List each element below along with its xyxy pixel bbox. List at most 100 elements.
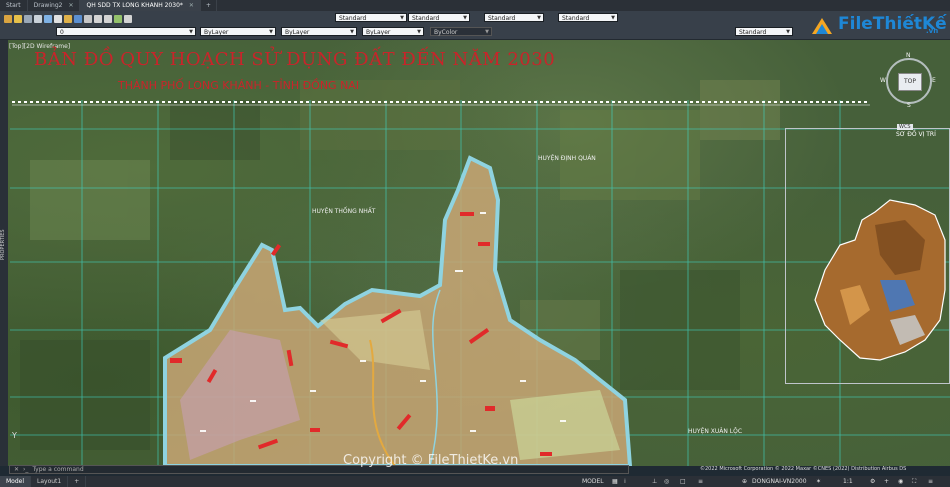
redo-icon[interactable] <box>104 15 112 23</box>
model-space-toggle[interactable]: MODEL <box>582 478 604 485</box>
properties-palette-tab[interactable]: PROPERTIES <box>0 220 8 270</box>
logo-domain: .vn <box>926 27 939 35</box>
map-subtitle: THÀNH PHỐ LONG KHÁNH - TỈNH ĐỒNG NAI <box>118 79 360 92</box>
close-icon[interactable]: ✕ <box>14 466 19 473</box>
multileader-style-select[interactable]: Standard ▼ <box>558 13 618 22</box>
chevron-down-icon: ▼ <box>485 29 489 35</box>
map-title: BẢN ĐỒ QUY HOẠCH SỬ DỤNG ĐẤT ĐẾN NĂM 203… <box>34 49 556 70</box>
chevron-down-icon: ▼ <box>189 29 193 35</box>
compass-south: S <box>907 102 911 109</box>
linetype-select[interactable]: ByLayer ▼ <box>281 27 357 36</box>
inset-title: SƠ ĐỒ VỊ TRÍ <box>896 131 936 138</box>
chevron-down-icon: ▼ <box>463 15 467 21</box>
lineweight-select[interactable]: ByLayer ▼ <box>362 27 424 36</box>
plotstyle-select[interactable]: ByColor ▼ <box>430 27 492 36</box>
table-style-select[interactable]: Standard ▼ <box>484 13 544 22</box>
tab-label: Drawing2 <box>33 2 63 9</box>
label-dinh-quan: HUYỆN ĐỊNH QUÁN <box>538 155 596 162</box>
ucs-y-axis: Y <box>12 431 17 440</box>
command-line[interactable]: ✕ ›_ Type a command <box>9 465 629 474</box>
coordinate-system[interactable]: DONGNAI-VN2000 <box>752 478 807 485</box>
label-xuan-loc: HUYỆN XUÂN LỘC <box>688 428 743 435</box>
search-icon: ›_ <box>23 466 29 473</box>
table-style-value: Standard <box>488 15 516 22</box>
logo-mark-icon <box>812 18 832 34</box>
chevron-down-icon: ▼ <box>400 15 404 21</box>
close-icon[interactable]: ✕ <box>189 2 194 9</box>
chevron-down-icon: ▼ <box>786 29 790 35</box>
save-icon[interactable] <box>74 15 82 23</box>
isolate-icon[interactable]: ◉ <box>898 478 903 485</box>
add-layout-button[interactable]: + <box>68 476 87 487</box>
match-layer-icon[interactable] <box>34 15 42 23</box>
layer-select[interactable]: 0 ▼ <box>56 27 196 36</box>
plot-icon[interactable] <box>84 15 92 23</box>
plus-icon[interactable]: + <box>884 478 889 485</box>
dim-style-value: Standard <box>412 15 440 22</box>
view-cube[interactable]: TOP N S W E <box>880 52 938 110</box>
open-icon[interactable] <box>64 15 72 23</box>
polar-icon[interactable]: ◎ <box>664 478 669 485</box>
tab-layout1[interactable]: Layout1 <box>31 476 69 487</box>
document-tab-bar: Start Drawing2 ✕ QH SDD TX LONG KHANH 203… <box>0 0 950 11</box>
layer-state-icon[interactable] <box>24 15 32 23</box>
text-style-value: Standard <box>339 15 367 22</box>
compass-west: W <box>880 77 886 84</box>
grid-icon[interactable]: ▦ <box>612 478 618 485</box>
plus-icon: + <box>205 2 211 9</box>
color-select[interactable]: ByLayer ▼ <box>200 27 276 36</box>
layer-value: 0 <box>60 29 64 36</box>
layer-icon[interactable] <box>4 15 12 23</box>
annotation-scale[interactable]: 1:1 <box>843 478 853 485</box>
undo-icon[interactable] <box>94 15 102 23</box>
view-cube-top-face[interactable]: TOP <box>898 73 922 91</box>
chevron-down-icon: ▼ <box>350 29 354 35</box>
ortho-icon[interactable]: ⊥ <box>652 478 657 485</box>
label-thong-nhat: HUYỆN THỐNG NHẤT <box>312 208 376 215</box>
menu-icon[interactable]: ≡ <box>928 478 933 485</box>
globe-icon: ⊕ <box>742 478 748 485</box>
snap-icon[interactable]: ⁞ <box>624 478 626 485</box>
lineweight-icon[interactable]: ≡ <box>698 478 703 485</box>
command-input[interactable]: Type a command <box>32 466 83 473</box>
new-tab-button[interactable]: + <box>201 0 217 11</box>
filethietke-logo: FileThiếtKế .vn <box>808 14 950 40</box>
inset-frame <box>785 128 950 384</box>
chevron-down-icon: ▼ <box>611 15 615 21</box>
compass-north: N <box>906 52 911 59</box>
quick-access-toolbar <box>4 14 134 24</box>
lineweight-value: ByLayer <box>366 29 391 36</box>
chevron-down-icon: ▼ <box>269 29 273 35</box>
plus-icon: + <box>74 478 80 485</box>
osnap-icon[interactable]: □ <box>680 478 686 485</box>
plotstyle-value: ByColor <box>434 29 458 36</box>
linetype-value: ByLayer <box>285 29 310 36</box>
wcs-menu[interactable]: WCS <box>897 124 913 130</box>
properties-icon[interactable] <box>114 15 122 23</box>
text-style-select[interactable]: Standard ▼ <box>335 13 407 22</box>
tab-qh-sdd[interactable]: QH SDD TX LONG KHANH 2030* ✕ <box>80 0 201 11</box>
color-value: ByLayer <box>204 29 229 36</box>
imagery-attribution: ©2022 Microsoft Corporation © 2022 Maxar… <box>700 466 907 472</box>
visual-style-value: Standard <box>739 29 767 36</box>
close-icon[interactable]: ✕ <box>68 2 73 9</box>
multileader-style-value: Standard <box>562 15 590 22</box>
bulb-icon[interactable] <box>14 15 22 23</box>
tab-start[interactable]: Start <box>0 0 28 11</box>
chevron-down-icon: ▼ <box>417 29 421 35</box>
visual-style-select[interactable]: Standard ▼ <box>735 27 793 36</box>
matchprop-icon[interactable] <box>124 15 132 23</box>
dim-style-select[interactable]: Standard ▼ <box>408 13 470 22</box>
tab-drawing2[interactable]: Drawing2 ✕ <box>28 0 81 11</box>
settings-icon[interactable]: ⚙ <box>870 478 875 485</box>
chevron-down-icon: ▼ <box>537 15 541 21</box>
layer-walk-icon[interactable] <box>44 15 52 23</box>
tab-label: QH SDD TX LONG KHANH 2030* <box>86 2 183 9</box>
new-icon[interactable] <box>54 15 62 23</box>
annotation-scale-icon[interactable]: ✶ <box>816 478 821 485</box>
copyright-watermark: Copyright © FileThietKe.vn <box>343 453 519 468</box>
tab-label: Start <box>6 2 21 9</box>
fullscreen-icon[interactable]: ⛶ <box>912 478 916 486</box>
status-bar: Model Layout1 + <box>0 476 950 487</box>
tab-model[interactable]: Model <box>0 476 32 487</box>
